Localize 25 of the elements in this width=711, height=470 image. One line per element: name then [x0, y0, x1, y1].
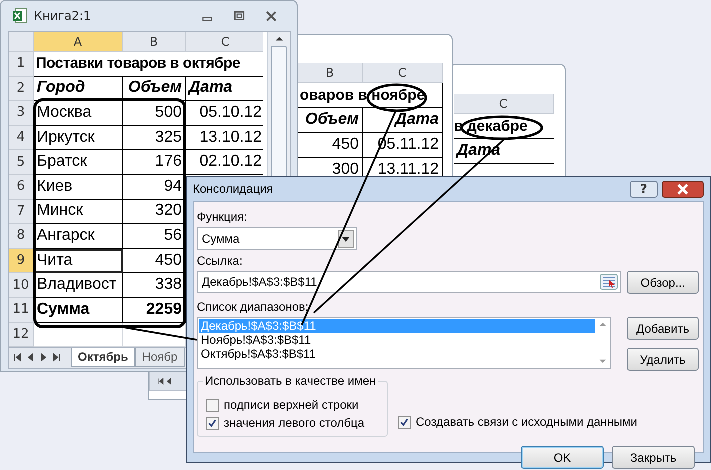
table-cell: 320: [123, 200, 186, 224]
table-cell: Владивост: [34, 273, 123, 298]
table-cell: Объем: [298, 108, 363, 133]
dialog-title: Консолидация: [193, 182, 274, 196]
table-cell: Москва: [34, 101, 123, 126]
table-cell: Братск: [34, 150, 123, 175]
field-label: Список диапазонов:: [197, 300, 310, 314]
table-cell: Минск: [34, 200, 123, 224]
table-cell: Киев: [34, 174, 123, 200]
table-cell: Иркутск: [34, 126, 123, 150]
table-cell: 450: [298, 133, 363, 158]
window-title: Книга2:1: [34, 9, 92, 23]
table-cell: 500: [123, 101, 186, 126]
checkbox-label: Создавать связи с исходными данными: [416, 415, 638, 429]
group-label: Использовать в качестве имен: [203, 374, 378, 388]
table-cell: Сумма: [34, 298, 123, 323]
table-cell: Дата: [186, 76, 264, 102]
table-cell: оваров в ноябре: [298, 83, 443, 108]
table-cell: Чита: [34, 248, 123, 274]
checkbox-label: подписи верхней строки: [224, 398, 359, 412]
table-cell: Дата: [363, 108, 443, 133]
field-label: Ссылка:: [197, 254, 244, 268]
checkbox-label: значения левого столбца: [224, 416, 365, 430]
field-label: Функция:: [197, 210, 248, 224]
table-cell: Ангарск: [34, 224, 123, 249]
